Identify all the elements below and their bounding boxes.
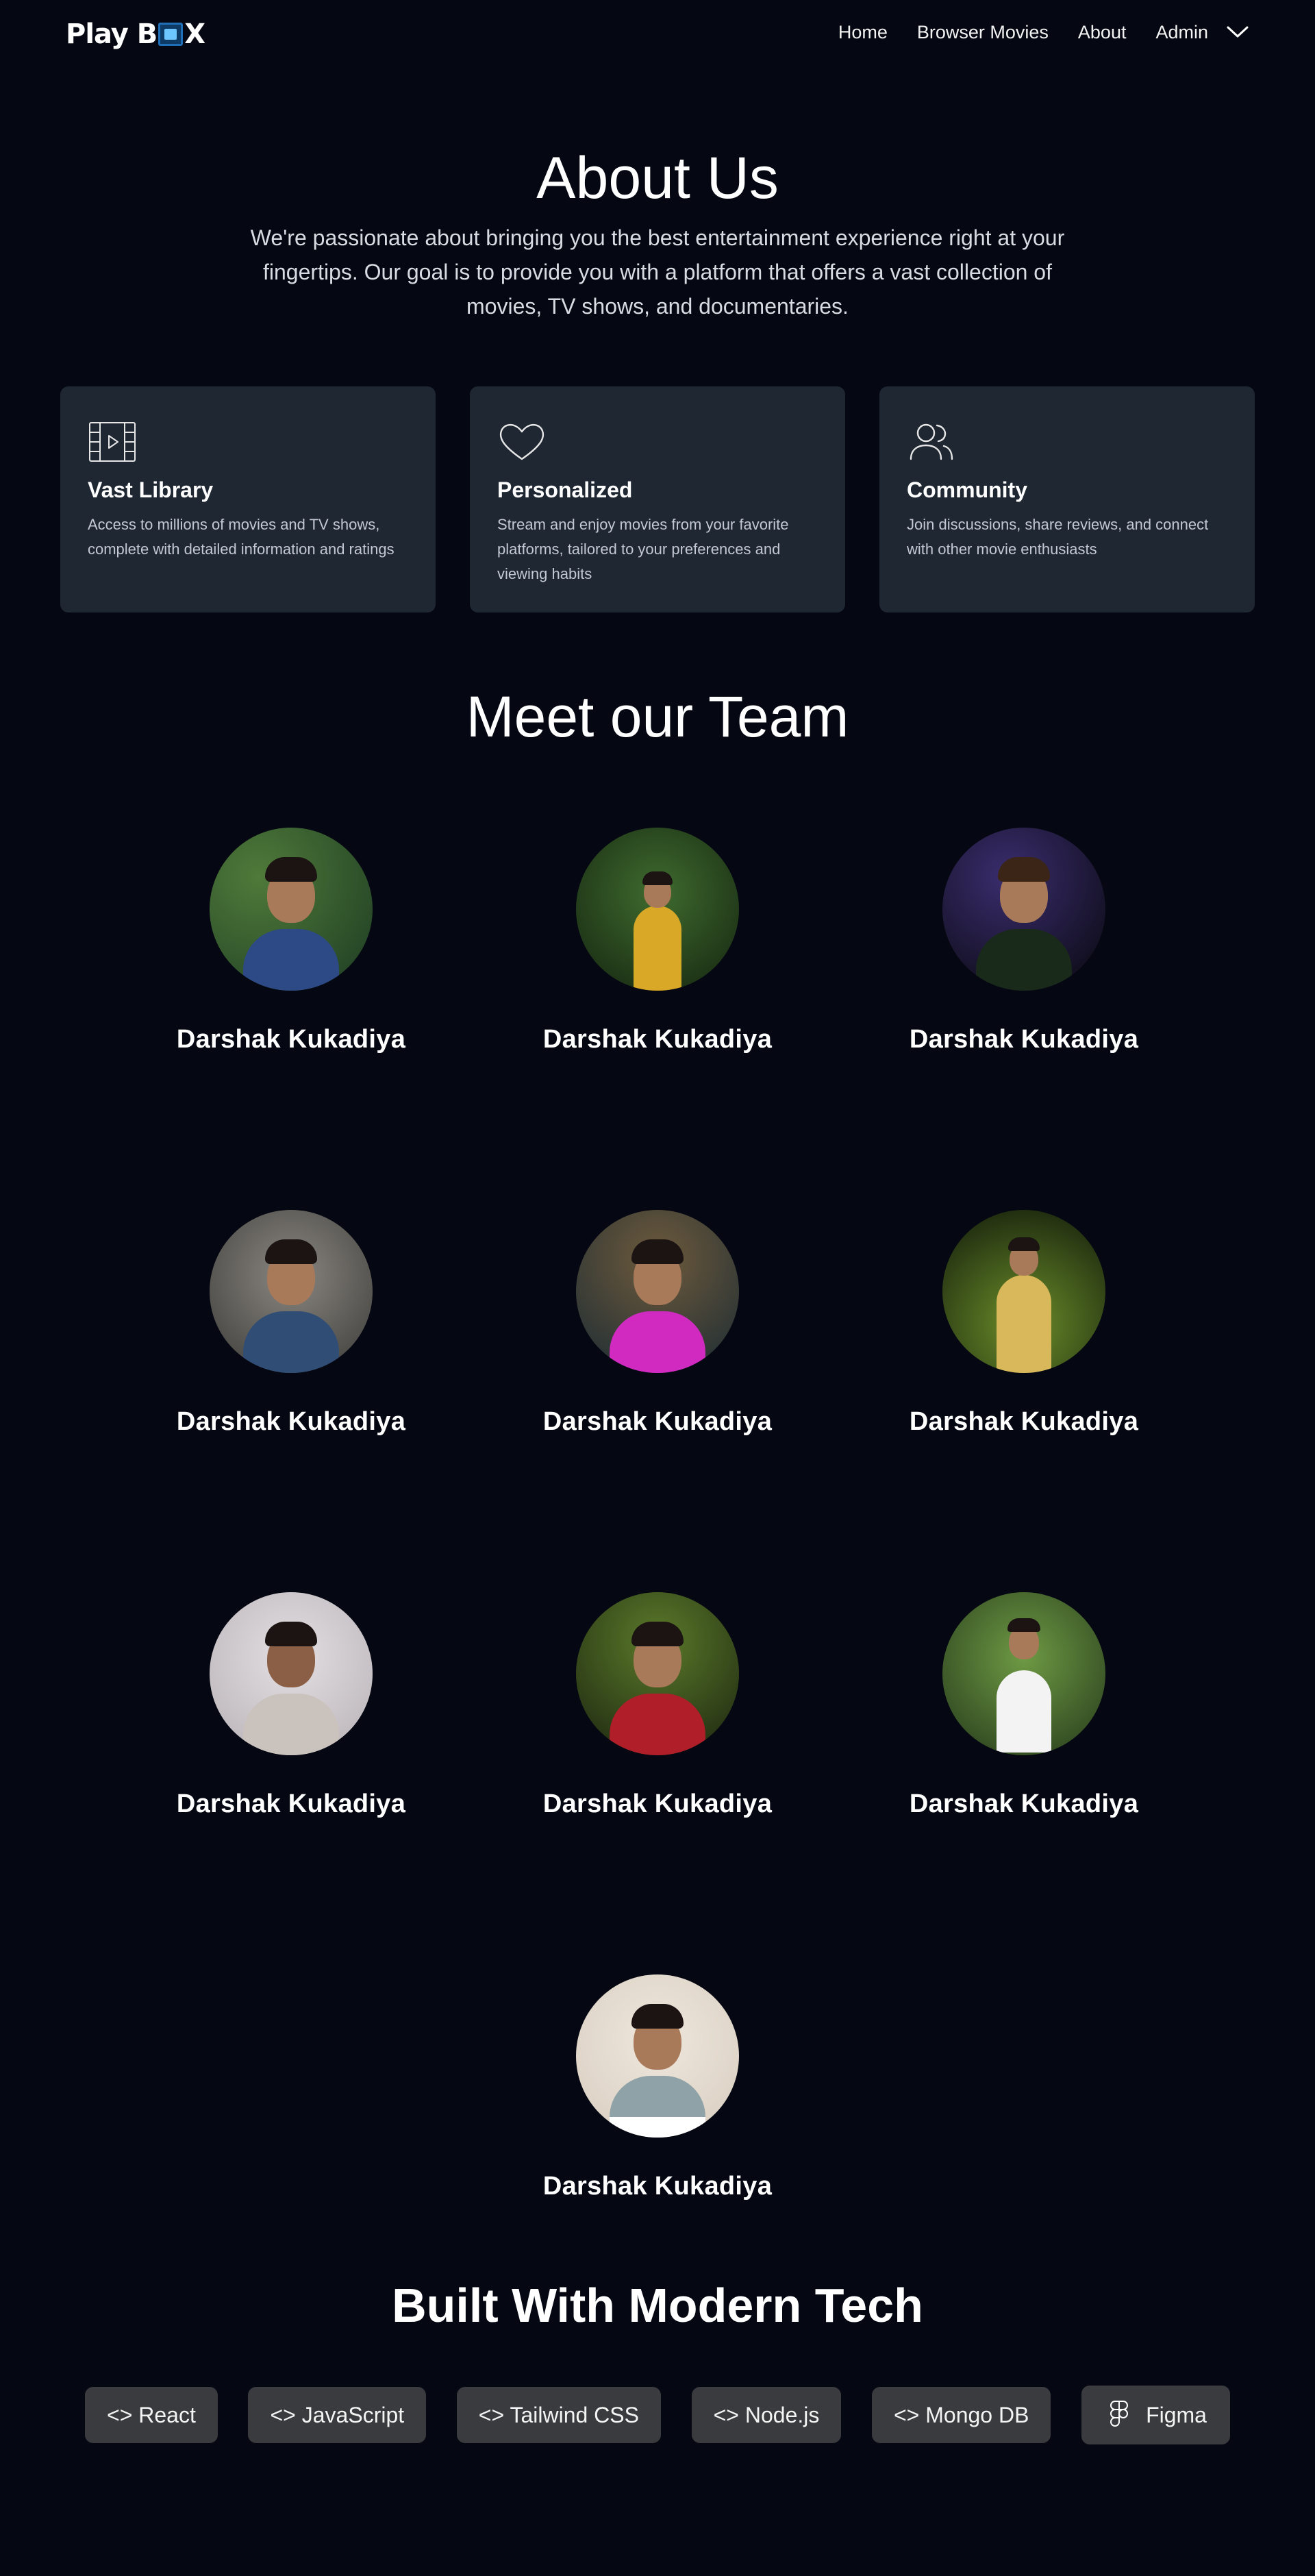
member-name: Darshak Kukadiya [176, 1789, 406, 1818]
chip-react[interactable]: <> React [85, 2387, 218, 2443]
feature-title: Personalized [497, 478, 633, 502]
team-title: Meet our Team [466, 684, 849, 749]
member-name: Darshak Kukadiya [909, 1789, 1139, 1818]
chip-figma[interactable]: Figma [1081, 2386, 1230, 2444]
feature-card-vast-library: Vast Library Access to millions of movie… [60, 386, 436, 612]
team-member: Darshak Kukadiya [514, 1210, 801, 1437]
figma-icon [1110, 2401, 1129, 2427]
heart-icon [499, 423, 544, 460]
feature-cards: Vast Library Access to millions of movie… [60, 386, 1255, 612]
feature-card-community: Community Join discussions, share review… [879, 386, 1255, 612]
member-name: Darshak Kukadiya [909, 1025, 1139, 1054]
avatar [576, 828, 739, 991]
team-member: Darshak Kukadiya [880, 828, 1168, 1054]
chip-javascript[interactable]: <> JavaScript [248, 2387, 427, 2443]
team-member: Darshak Kukadiya [514, 828, 801, 1054]
nav-admin[interactable]: Admin [1155, 22, 1208, 43]
logo-text-end: X [184, 18, 205, 50]
avatar [942, 828, 1105, 991]
page-title: About Us [536, 145, 779, 211]
about-description: We're passionate about bringing you the … [250, 225, 1065, 319]
chip-figma-label: Figma [1146, 2402, 1207, 2427]
avatar [210, 1210, 373, 1373]
logo[interactable]: Play B X [66, 18, 205, 51]
member-name: Darshak Kukadiya [542, 2172, 773, 2201]
member-name: Darshak Kukadiya [542, 1025, 773, 1054]
team-member: Darshak Kukadiya [147, 1210, 435, 1437]
chip-mongodb[interactable]: <> Mongo DB [871, 2387, 1051, 2443]
feature-title: Community [907, 478, 1027, 502]
team-member: Darshak Kukadiya [514, 1592, 801, 1819]
nav-links: Home Browser Movies About Admin [838, 21, 1249, 44]
film-icon [89, 422, 136, 462]
avatar [942, 1592, 1105, 1755]
team-member: Darshak Kukadiya [514, 1974, 801, 2201]
member-name: Darshak Kukadiya [176, 1025, 406, 1054]
logo-text: Play B [66, 18, 158, 50]
navbar: Play B X Home Browser Movies About Admin [0, 0, 1315, 71]
avatar [210, 1592, 373, 1755]
avatar [942, 1210, 1105, 1373]
member-name: Darshak Kukadiya [542, 1407, 773, 1436]
chip-nodejs[interactable]: <> Node.js [691, 2387, 842, 2443]
nav-home[interactable]: Home [838, 22, 888, 43]
tech-title: Built With Modern Tech [392, 2279, 923, 2332]
team-member: Darshak Kukadiya [880, 1210, 1168, 1437]
feature-title: Vast Library [88, 478, 214, 502]
avatar [210, 828, 373, 991]
tech-chips: <> React <> JavaScript <> Tailwind CSS <… [85, 2386, 1230, 2444]
team-member: Darshak Kukadiya [147, 1592, 435, 1819]
nav-browser-movies[interactable]: Browser Movies [917, 22, 1049, 43]
feature-text: Stream and enjoy movies from your favori… [497, 516, 789, 582]
users-icon [910, 423, 953, 460]
avatar [576, 1974, 739, 2138]
member-name: Darshak Kukadiya [909, 1407, 1139, 1436]
chevron-down-icon[interactable] [1226, 21, 1249, 44]
logo-box-icon [158, 23, 184, 46]
member-name: Darshak Kukadiya [176, 1407, 406, 1436]
feature-card-personalized: Personalized Stream and enjoy movies fro… [470, 386, 845, 612]
nav-about[interactable]: About [1078, 22, 1127, 43]
member-name: Darshak Kukadiya [542, 1789, 773, 1818]
team-member: Darshak Kukadiya [880, 1592, 1168, 1819]
chip-tailwind[interactable]: <> Tailwind CSS [456, 2387, 661, 2443]
feature-text: Access to millions of movies and TV show… [88, 516, 394, 558]
team-member: Darshak Kukadiya [147, 828, 435, 1054]
feature-text: Join discussions, share reviews, and con… [907, 516, 1209, 558]
avatar [576, 1592, 739, 1755]
avatar [576, 1210, 739, 1373]
